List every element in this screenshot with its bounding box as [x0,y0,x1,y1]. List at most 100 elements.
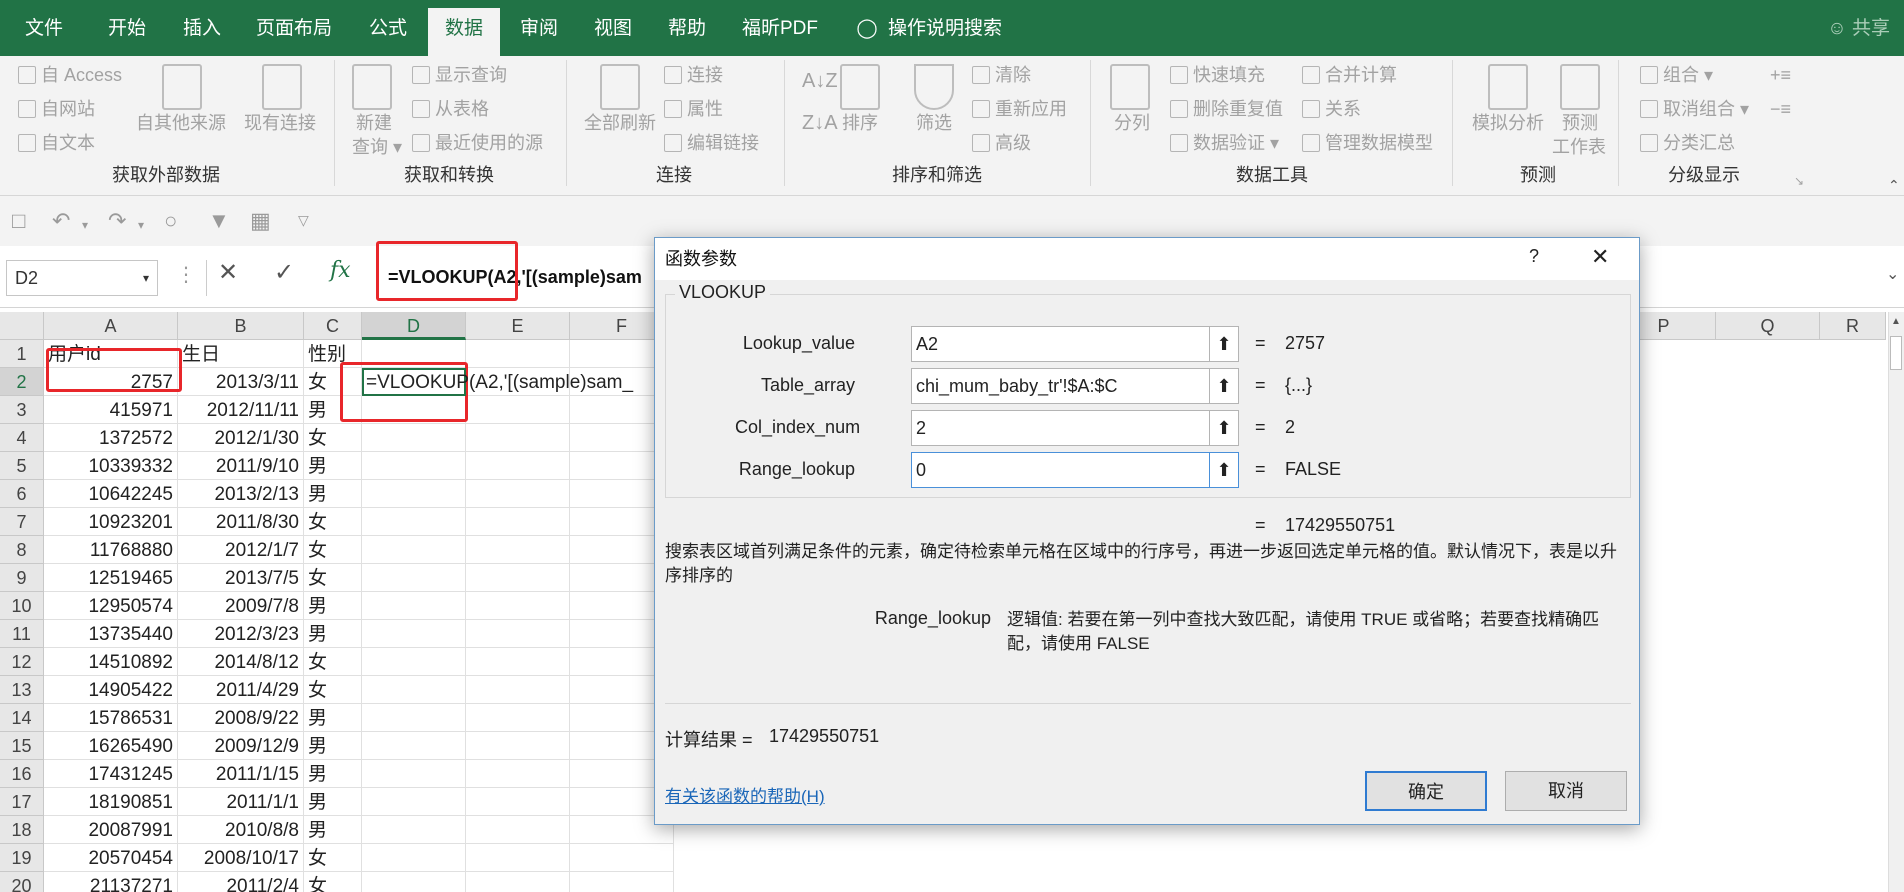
cell-d8[interactable] [362,536,466,564]
from-web-button[interactable]: 自网站 [18,98,95,120]
tab-home[interactable]: 开始 [92,0,162,56]
cell-c13[interactable]: 女 [304,676,362,704]
cell-c9[interactable]: 女 [304,564,362,592]
row-header[interactable]: 3 [0,396,44,424]
table-array-input[interactable]: chi_mum_baby_tr'!$A:$C [911,368,1211,404]
cell-e8[interactable] [466,536,570,564]
expand-formula-icon[interactable]: ⌄ [1886,264,1899,284]
cell-d5[interactable] [362,452,466,480]
row-header[interactable]: 5 [0,452,44,480]
cell-e19[interactable] [466,844,570,872]
row-header[interactable]: 2 [0,368,44,396]
tell-me-search[interactable]: 操作说明搜索 [888,0,1018,56]
row-header[interactable]: 6 [0,480,44,508]
cell-c11[interactable]: 男 [304,620,362,648]
sort-za-icon[interactable]: Z↓A [802,112,838,134]
cell-a6[interactable]: 10642245 [44,480,178,508]
cell-e3[interactable] [466,396,570,424]
row-header[interactable]: 4 [0,424,44,452]
from-table-button[interactable]: 从表格 [412,98,489,120]
subtotal-button[interactable]: 分类汇总 [1640,132,1735,154]
cell-b7[interactable]: 2011/8/30 [178,508,304,536]
cell-b10[interactable]: 2009/7/8 [178,592,304,620]
cell-a16[interactable]: 17431245 [44,760,178,788]
collapse-dialog-icon[interactable]: ⬆ [1209,410,1239,446]
new-query-button[interactable]: 新建 [356,112,392,134]
cell-d10[interactable] [362,592,466,620]
cell-a7[interactable]: 10923201 [44,508,178,536]
cell-d20[interactable] [362,872,466,892]
cell-f20[interactable] [570,872,674,892]
cell-c14[interactable]: 男 [304,704,362,732]
tab-foxit-pdf[interactable]: 福昕PDF [730,0,830,56]
enter-check-icon[interactable]: ✓ [274,258,294,287]
cell-e13[interactable] [466,676,570,704]
cell-a3[interactable]: 415971 [44,396,178,424]
cell-d14[interactable] [362,704,466,732]
collapse-ribbon-icon[interactable]: ⌃ [1888,174,1900,196]
new-query-dropdown[interactable]: 查询 ▾ [352,136,402,158]
cell-a12[interactable]: 14510892 [44,648,178,676]
cell-b15[interactable]: 2009/12/9 [178,732,304,760]
undo-icon[interactable]: ↶ [52,208,70,234]
from-access-button[interactable]: 自 Access [18,64,122,86]
cell-d18[interactable] [362,816,466,844]
column-header-q[interactable]: Q [1716,312,1820,340]
redo-icon[interactable]: ↷ [108,208,126,234]
data-validation-button[interactable]: 数据验证 ▾ [1170,132,1279,154]
cell-a18[interactable]: 20087991 [44,816,178,844]
row-header[interactable]: 16 [0,760,44,788]
connections-button[interactable]: 连接 [664,64,723,86]
cell-c18[interactable]: 男 [304,816,362,844]
advanced-filter-button[interactable]: 高级 [972,132,1031,154]
cell-c10[interactable]: 男 [304,592,362,620]
cell-b16[interactable]: 2011/1/15 [178,760,304,788]
row-header[interactable]: 20 [0,872,44,892]
cell-e7[interactable] [466,508,570,536]
lookup-value-input[interactable]: A2 [911,326,1211,362]
ungroup-button[interactable]: 取消组合 ▾ [1640,98,1749,120]
row-header[interactable]: 18 [0,816,44,844]
cell-a14[interactable]: 15786531 [44,704,178,732]
tab-data[interactable]: 数据 [428,8,500,56]
cell-e16[interactable] [466,760,570,788]
collapse-dialog-icon[interactable]: ⬆ [1209,326,1239,362]
cell-a10[interactable]: 12950574 [44,592,178,620]
cell-a20[interactable]: 21137271 [44,872,178,892]
cell-a8[interactable]: 11768880 [44,536,178,564]
cell-e5[interactable] [466,452,570,480]
cell-a4[interactable]: 1372572 [44,424,178,452]
relationships-button[interactable]: 关系 [1302,98,1361,120]
cell-b2[interactable]: 2013/3/11 [178,368,304,396]
row-header[interactable]: 7 [0,508,44,536]
cell-a15[interactable]: 16265490 [44,732,178,760]
tab-page-layout[interactable]: 页面布局 [246,0,342,56]
row-header[interactable]: 12 [0,648,44,676]
cell-f19[interactable] [570,844,674,872]
insert-function-icon[interactable]: fx [330,258,351,283]
cell-c7[interactable]: 女 [304,508,362,536]
select-all-corner[interactable] [0,312,44,340]
show-detail-icon[interactable]: +≡ [1770,64,1791,86]
vertical-scrollbar[interactable] [1888,312,1904,892]
cell-b14[interactable]: 2008/9/22 [178,704,304,732]
refresh-all-button[interactable]: 全部刷新 [584,112,656,134]
group-button[interactable]: 组合 ▾ [1640,64,1713,86]
sort-button[interactable]: 排序 [842,112,878,134]
cell-b19[interactable]: 2008/10/17 [178,844,304,872]
hide-detail-icon[interactable]: −≡ [1770,98,1791,120]
column-header-d[interactable]: D [362,312,466,340]
cell-d4[interactable] [362,424,466,452]
what-if-analysis-button[interactable]: 模拟分析 [1472,112,1544,134]
sort-az-icon[interactable]: A↓Z [802,70,838,92]
tab-review[interactable]: 审阅 [506,0,572,56]
circle-icon[interactable]: ○ [164,208,177,234]
row-header[interactable]: 8 [0,536,44,564]
undo-dropdown-icon[interactable]: ▾ [82,218,88,232]
cell-e14[interactable] [466,704,570,732]
cell-a9[interactable]: 12519465 [44,564,178,592]
flash-fill-button[interactable]: 快速填充 [1170,64,1265,86]
cell-e11[interactable] [466,620,570,648]
tab-help[interactable]: 帮助 [654,0,720,56]
cell-b5[interactable]: 2011/9/10 [178,452,304,480]
